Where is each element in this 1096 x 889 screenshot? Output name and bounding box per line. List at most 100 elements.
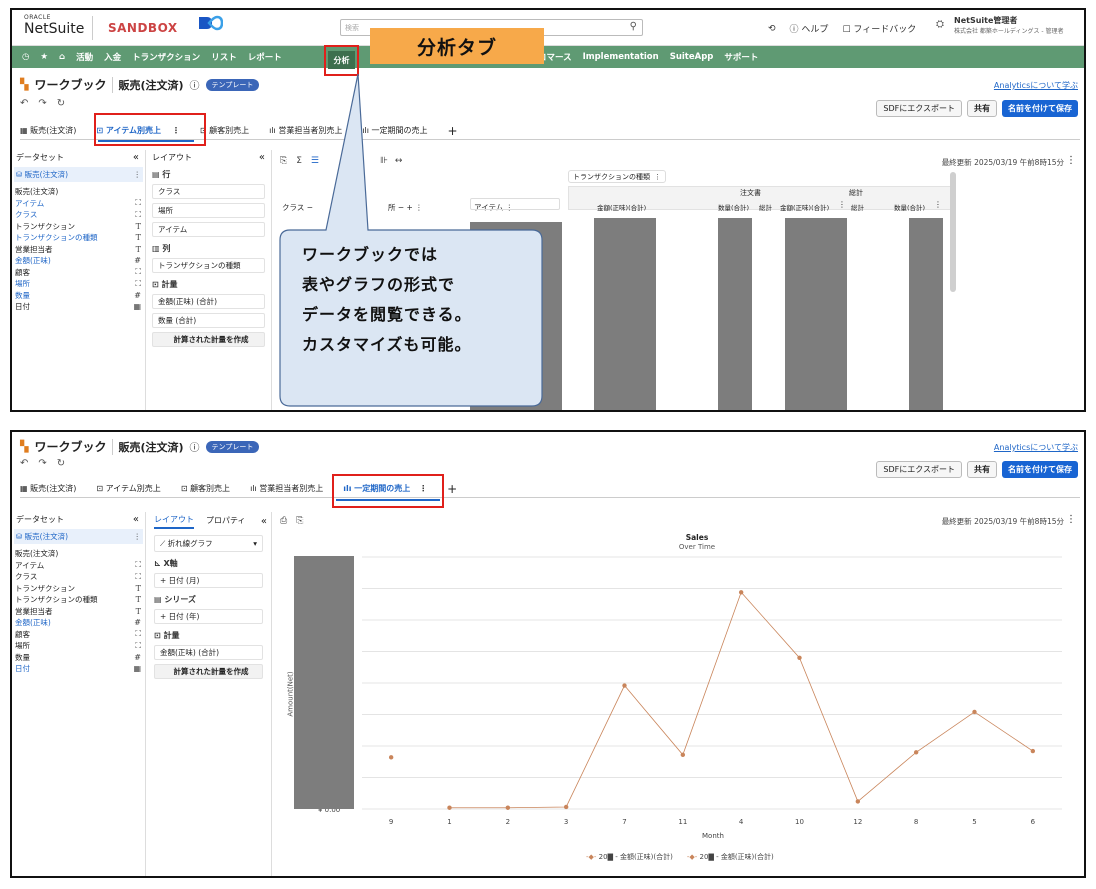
feedback-link[interactable]: ☐ フィードバック [842, 22, 916, 35]
dataset-selector[interactable]: ⛁ 販売(注文済) ⋮ [14, 529, 143, 544]
nav-item-lists[interactable]: リスト [211, 51, 237, 63]
share-button[interactable]: 共有 [967, 461, 997, 478]
nav-item-payments[interactable]: 入金 [104, 51, 121, 63]
tab-salesrep-sales[interactable]: ılı 営業担当者別売上 [250, 483, 323, 494]
row-field-class[interactable]: クラス [152, 184, 265, 199]
data-point[interactable] [913, 750, 919, 755]
history-icon[interactable]: ◷ [22, 52, 29, 62]
sdf-export-button[interactable]: SDFにエクスポート [876, 100, 962, 117]
dataset-field[interactable]: クラス ⛶ [15, 209, 145, 221]
x-axis-field[interactable]: + 日付 (月) [154, 573, 263, 588]
dataset-field[interactable]: 顧客 ⛶ [15, 629, 145, 641]
data-point[interactable] [680, 752, 686, 758]
save-as-button[interactable]: 名前を付けて保存 [1002, 461, 1078, 478]
tab-sales-ordered[interactable]: ▦ 販売(注文済) [20, 125, 76, 136]
column-field-transaction-type[interactable]: トランザクションの種類 [152, 258, 265, 273]
dataset-field[interactable]: 金額(正味) # [15, 255, 145, 267]
data-point[interactable] [738, 590, 744, 595]
tab-customer-sales[interactable]: ⊡ 顧客別売上 [200, 125, 249, 136]
undo-icon[interactable]: ↶ [20, 98, 28, 109]
recent-records-icon[interactable]: ⟲ [768, 24, 776, 34]
vertical-scrollbar[interactable] [950, 172, 956, 292]
tab-sales-ordered[interactable]: ▦ 販売(注文済) [20, 483, 76, 494]
redo-icon[interactable]: ↷ [38, 98, 46, 109]
nav-item-analysis[interactable]: 分析 [328, 51, 355, 69]
legend-item[interactable]: -◆- 20▇ - 金額(正味)(合計) [586, 852, 673, 862]
legend-item[interactable]: -◆- 20▇ - 金額(正味)(合計) [687, 852, 774, 862]
nav-item-implementation[interactable]: Implementation [583, 52, 659, 62]
dataset-field[interactable]: 日付 ▦ [15, 663, 145, 675]
dataset-field[interactable]: アイテム ⛶ [15, 198, 145, 210]
nav-item-transactions[interactable]: トランザクション [132, 51, 200, 63]
dataset-field[interactable]: クラス ⛶ [15, 571, 145, 583]
dataset-field[interactable]: 営業担当者 T [15, 606, 145, 618]
data-point[interactable] [505, 805, 511, 810]
row-field-location[interactable]: 場所 [152, 203, 265, 218]
dataset-field[interactable]: トランザクションの種類 T [15, 232, 145, 244]
data-point[interactable] [388, 755, 394, 760]
info-icon[interactable]: ⓘ [190, 77, 200, 92]
more-options-icon[interactable]: ⋮ [1066, 514, 1076, 525]
dataset-selector[interactable]: ⛁ 販売(注文済) ⋮ [14, 167, 143, 182]
sdf-export-button[interactable]: SDFにエクスポート [876, 461, 962, 478]
collapse-icon[interactable]: « [133, 514, 139, 525]
dataset-field[interactable]: アイテム ⛶ [15, 560, 145, 572]
role-switch-icon[interactable]: ⛭ [936, 19, 944, 30]
save-as-button[interactable]: 名前を付けて保存 [1002, 100, 1078, 117]
data-point[interactable] [1030, 748, 1036, 754]
data-point[interactable] [622, 683, 627, 688]
kebab-icon[interactable]: ⋮ [134, 532, 142, 541]
collapse-icon[interactable]: « [259, 152, 265, 163]
column-filter-chip[interactable]: トランザクションの種類 ⋮ [568, 170, 666, 183]
kebab-icon[interactable]: ⋮ [934, 200, 942, 209]
dataset-field[interactable]: 場所 ⛶ [15, 278, 145, 290]
learn-analytics-link[interactable]: Analyticsについて学ぶ [994, 80, 1078, 91]
dataset-field[interactable]: 日付 ▦ [15, 301, 145, 313]
dataset-field[interactable]: 場所 ⛶ [15, 640, 145, 652]
data-point[interactable] [447, 805, 452, 810]
nav-item-suiteapp[interactable]: SuiteApp [670, 52, 714, 62]
dataset-field[interactable]: 営業担当者 T [15, 244, 145, 256]
tab-item-sales[interactable]: ⊡ アイテム別売上 [96, 483, 160, 494]
tab-customer-sales[interactable]: ⊡ 顧客別売上 [181, 483, 230, 494]
kebab-icon[interactable]: ⋮ [654, 173, 661, 181]
learn-analytics-link[interactable]: Analyticsについて学ぶ [994, 442, 1078, 453]
dataset-field[interactable]: 数量 # [15, 290, 145, 302]
dataset-field[interactable]: トランザクションの種類 T [15, 594, 145, 606]
export-icon[interactable]: ⎘ [296, 516, 303, 526]
tab-layout[interactable]: レイアウト [154, 514, 194, 529]
help-link[interactable]: ⓘ ヘルプ [790, 22, 829, 35]
dataset-field[interactable]: トランザクション T [15, 221, 145, 233]
series-field[interactable]: + 日付 (年) [154, 609, 263, 624]
nav-item-reports[interactable]: レポート [248, 51, 282, 63]
info-icon[interactable]: ⓘ [190, 439, 200, 454]
search-icon[interactable]: ⚲ [630, 21, 637, 32]
measure-amount[interactable]: 金額(正味) (合計) [154, 645, 263, 660]
collapse-icon[interactable]: « [261, 516, 267, 527]
nav-item-activities[interactable]: 活動 [76, 51, 93, 63]
tab-properties[interactable]: プロパティ [206, 515, 246, 528]
measure-quantity[interactable]: 数量 (合計) [152, 313, 265, 328]
redo-icon[interactable]: ↷ [38, 458, 46, 469]
refresh-icon[interactable]: ↻ [57, 98, 65, 109]
add-tab-icon[interactable]: + [447, 482, 457, 496]
kebab-icon[interactable]: ⋮ [838, 200, 846, 209]
create-calculated-measure-button[interactable]: 計算された計量を作成 [154, 664, 263, 679]
refresh-icon[interactable]: ↻ [57, 458, 65, 469]
row-field-item[interactable]: アイテム [152, 222, 265, 237]
home-icon[interactable]: ⌂ [59, 52, 65, 62]
print-icon[interactable]: ⎙ [280, 516, 287, 526]
nav-item-support[interactable]: サポート [724, 51, 758, 63]
dataset-field[interactable]: トランザクション T [15, 583, 145, 595]
chart-type-select[interactable]: ⟋ 折れ線グラフ ▾ [154, 535, 263, 552]
dataset-field[interactable]: 数量 # [15, 652, 145, 664]
star-icon[interactable]: ★ [40, 52, 48, 62]
collapse-icon[interactable]: « [133, 152, 139, 163]
data-point[interactable] [855, 799, 861, 804]
data-point[interactable] [797, 655, 802, 660]
undo-icon[interactable]: ↶ [20, 458, 28, 469]
dataset-field[interactable]: 金額(正味) # [15, 617, 145, 629]
data-point[interactable] [972, 709, 977, 715]
dataset-field[interactable]: 顧客 ⛶ [15, 267, 145, 279]
kebab-icon[interactable]: ⋮ [134, 170, 142, 179]
